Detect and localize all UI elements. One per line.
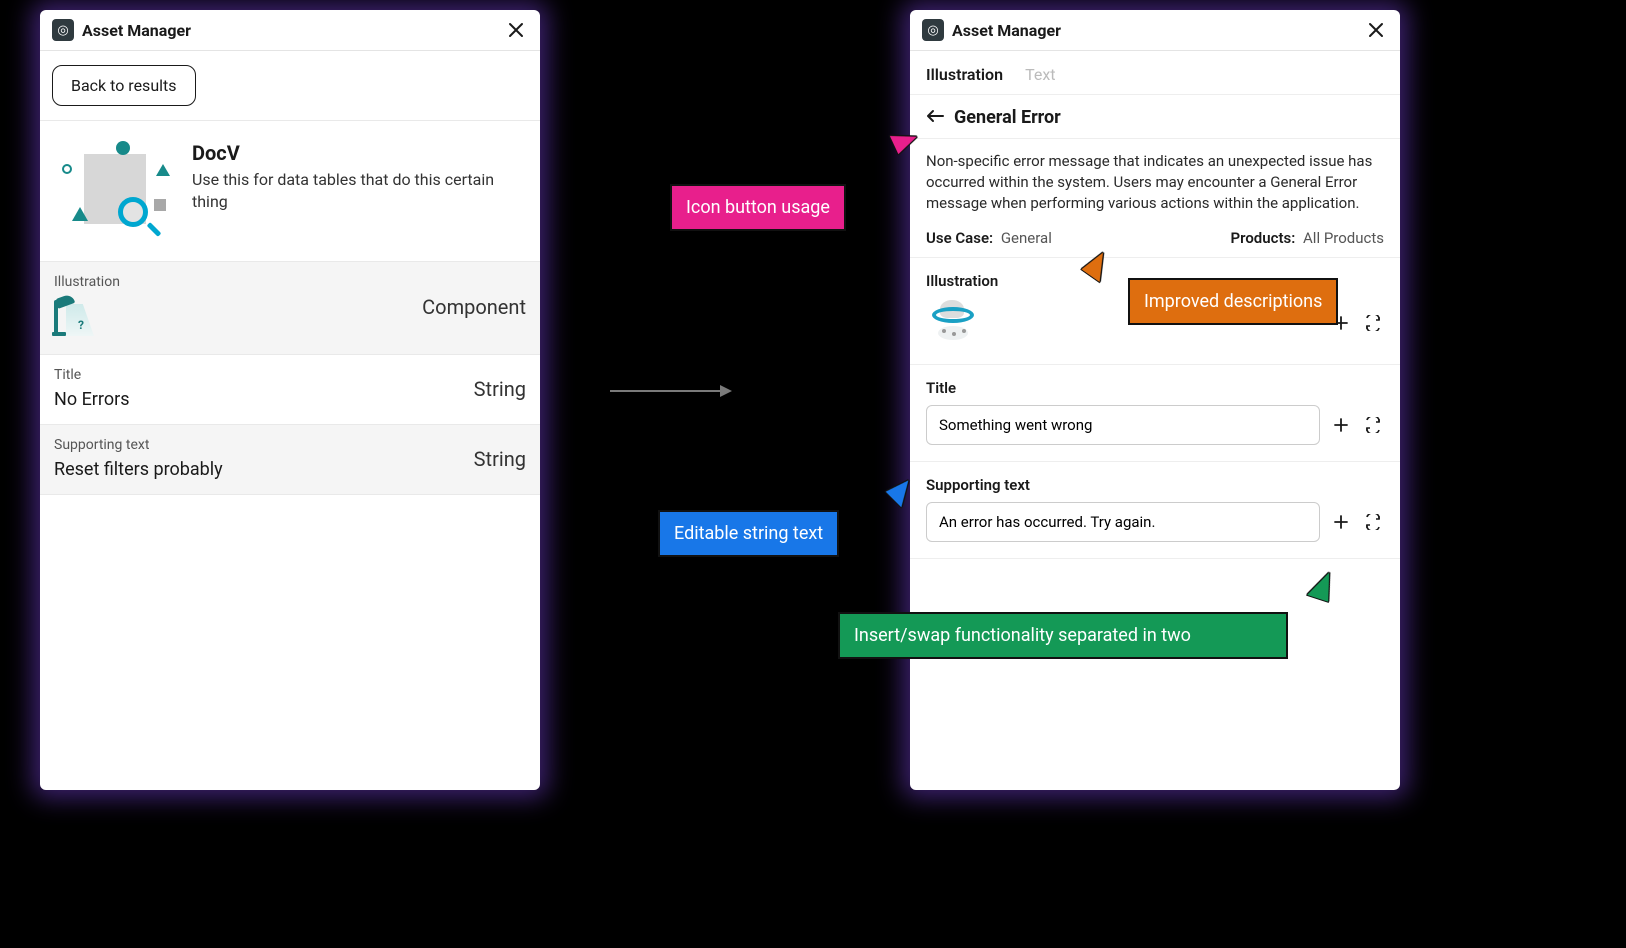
asset-hero-text: DocV Use this for data tables that do th… (192, 139, 526, 239)
insert-button[interactable] (1330, 511, 1352, 533)
property-row-title[interactable]: Title No Errors String (40, 355, 540, 425)
tabs: Illustration Text (910, 51, 1400, 95)
plus-icon (1333, 417, 1349, 433)
section-title: Title (910, 365, 1400, 462)
property-type: Component (422, 295, 526, 319)
titlebar: ◎ Asset Manager (910, 10, 1400, 51)
tab-illustration[interactable]: Illustration (926, 65, 1003, 84)
products-value: All Products (1303, 229, 1384, 247)
property-row-supporting[interactable]: Supporting text Reset filters probably S… (40, 425, 540, 495)
property-label: Title (54, 367, 474, 383)
annotation-improved-descriptions: Improved descriptions (1128, 278, 1338, 325)
title-input[interactable] (926, 405, 1320, 445)
section-supporting: Supporting text (910, 462, 1400, 559)
section-label: Title (926, 379, 1384, 397)
plus-icon (1333, 514, 1349, 530)
property-value: Reset filters probably (54, 459, 474, 480)
products-meta: Products: All Products (1231, 228, 1385, 249)
swap-button[interactable] (1362, 511, 1384, 533)
annotation-editable-string: Editable string text (658, 510, 839, 557)
asset-hero-illustration (54, 139, 174, 239)
asset-title: DocV (192, 141, 526, 165)
detail-heading: General Error (954, 107, 1061, 128)
close-icon (1368, 22, 1384, 38)
transition-arrow-icon (610, 390, 730, 392)
titlebar: ◎ Asset Manager (40, 10, 540, 51)
property-label: Illustration (54, 274, 422, 290)
app-title: Asset Manager (82, 21, 504, 40)
usecase-key: Use Case: (926, 229, 993, 247)
property-type: String (474, 377, 526, 401)
annotation-insert-swap: Insert/swap functionality separated in t… (838, 612, 1288, 659)
property-value: No Errors (54, 389, 474, 410)
back-to-results-button[interactable]: Back to results (52, 65, 196, 106)
app-logo-icon: ◎ (52, 19, 74, 41)
tab-text[interactable]: Text (1025, 65, 1055, 84)
app-title: Asset Manager (952, 21, 1364, 40)
usecase-value: General (1001, 229, 1052, 247)
panel-before: ◎ Asset Manager Back to results DocV Use… (40, 10, 540, 790)
section-label: Supporting text (926, 476, 1384, 494)
app-logo-icon: ◎ (922, 19, 944, 41)
detail-header: General Error (910, 95, 1400, 139)
close-icon (508, 22, 524, 38)
annotation-icon-button-usage: Icon button usage (670, 184, 846, 231)
detail-description: Non-specific error message that indicate… (926, 151, 1384, 214)
property-type: String (474, 447, 526, 471)
swap-icon (1364, 514, 1382, 530)
swap-button[interactable] (1362, 312, 1384, 334)
supporting-input[interactable] (926, 502, 1320, 542)
detail-description-block: Non-specific error message that indicate… (910, 139, 1400, 258)
ufo-illustration-icon (926, 298, 984, 348)
back-row: Back to results (40, 51, 540, 121)
asset-hero: DocV Use this for data tables that do th… (40, 121, 540, 262)
close-button[interactable] (504, 18, 528, 42)
back-arrow-button[interactable] (926, 108, 946, 127)
products-key: Products: (1231, 229, 1296, 247)
swap-button[interactable] (1362, 414, 1384, 436)
close-button[interactable] (1364, 18, 1388, 42)
arrow-left-icon (926, 109, 944, 123)
property-row-illustration[interactable]: Illustration ? Component (40, 262, 540, 355)
property-label: Supporting text (54, 437, 474, 453)
asset-description: Use this for data tables that do this ce… (192, 169, 526, 212)
swap-icon (1364, 417, 1382, 433)
insert-button[interactable] (1330, 414, 1352, 436)
usecase-meta: Use Case: General (926, 228, 1052, 249)
lamp-illustration-icon: ? (54, 296, 98, 340)
panel-after: ◎ Asset Manager Illustration Text Genera… (910, 10, 1400, 790)
swap-icon (1364, 315, 1382, 331)
